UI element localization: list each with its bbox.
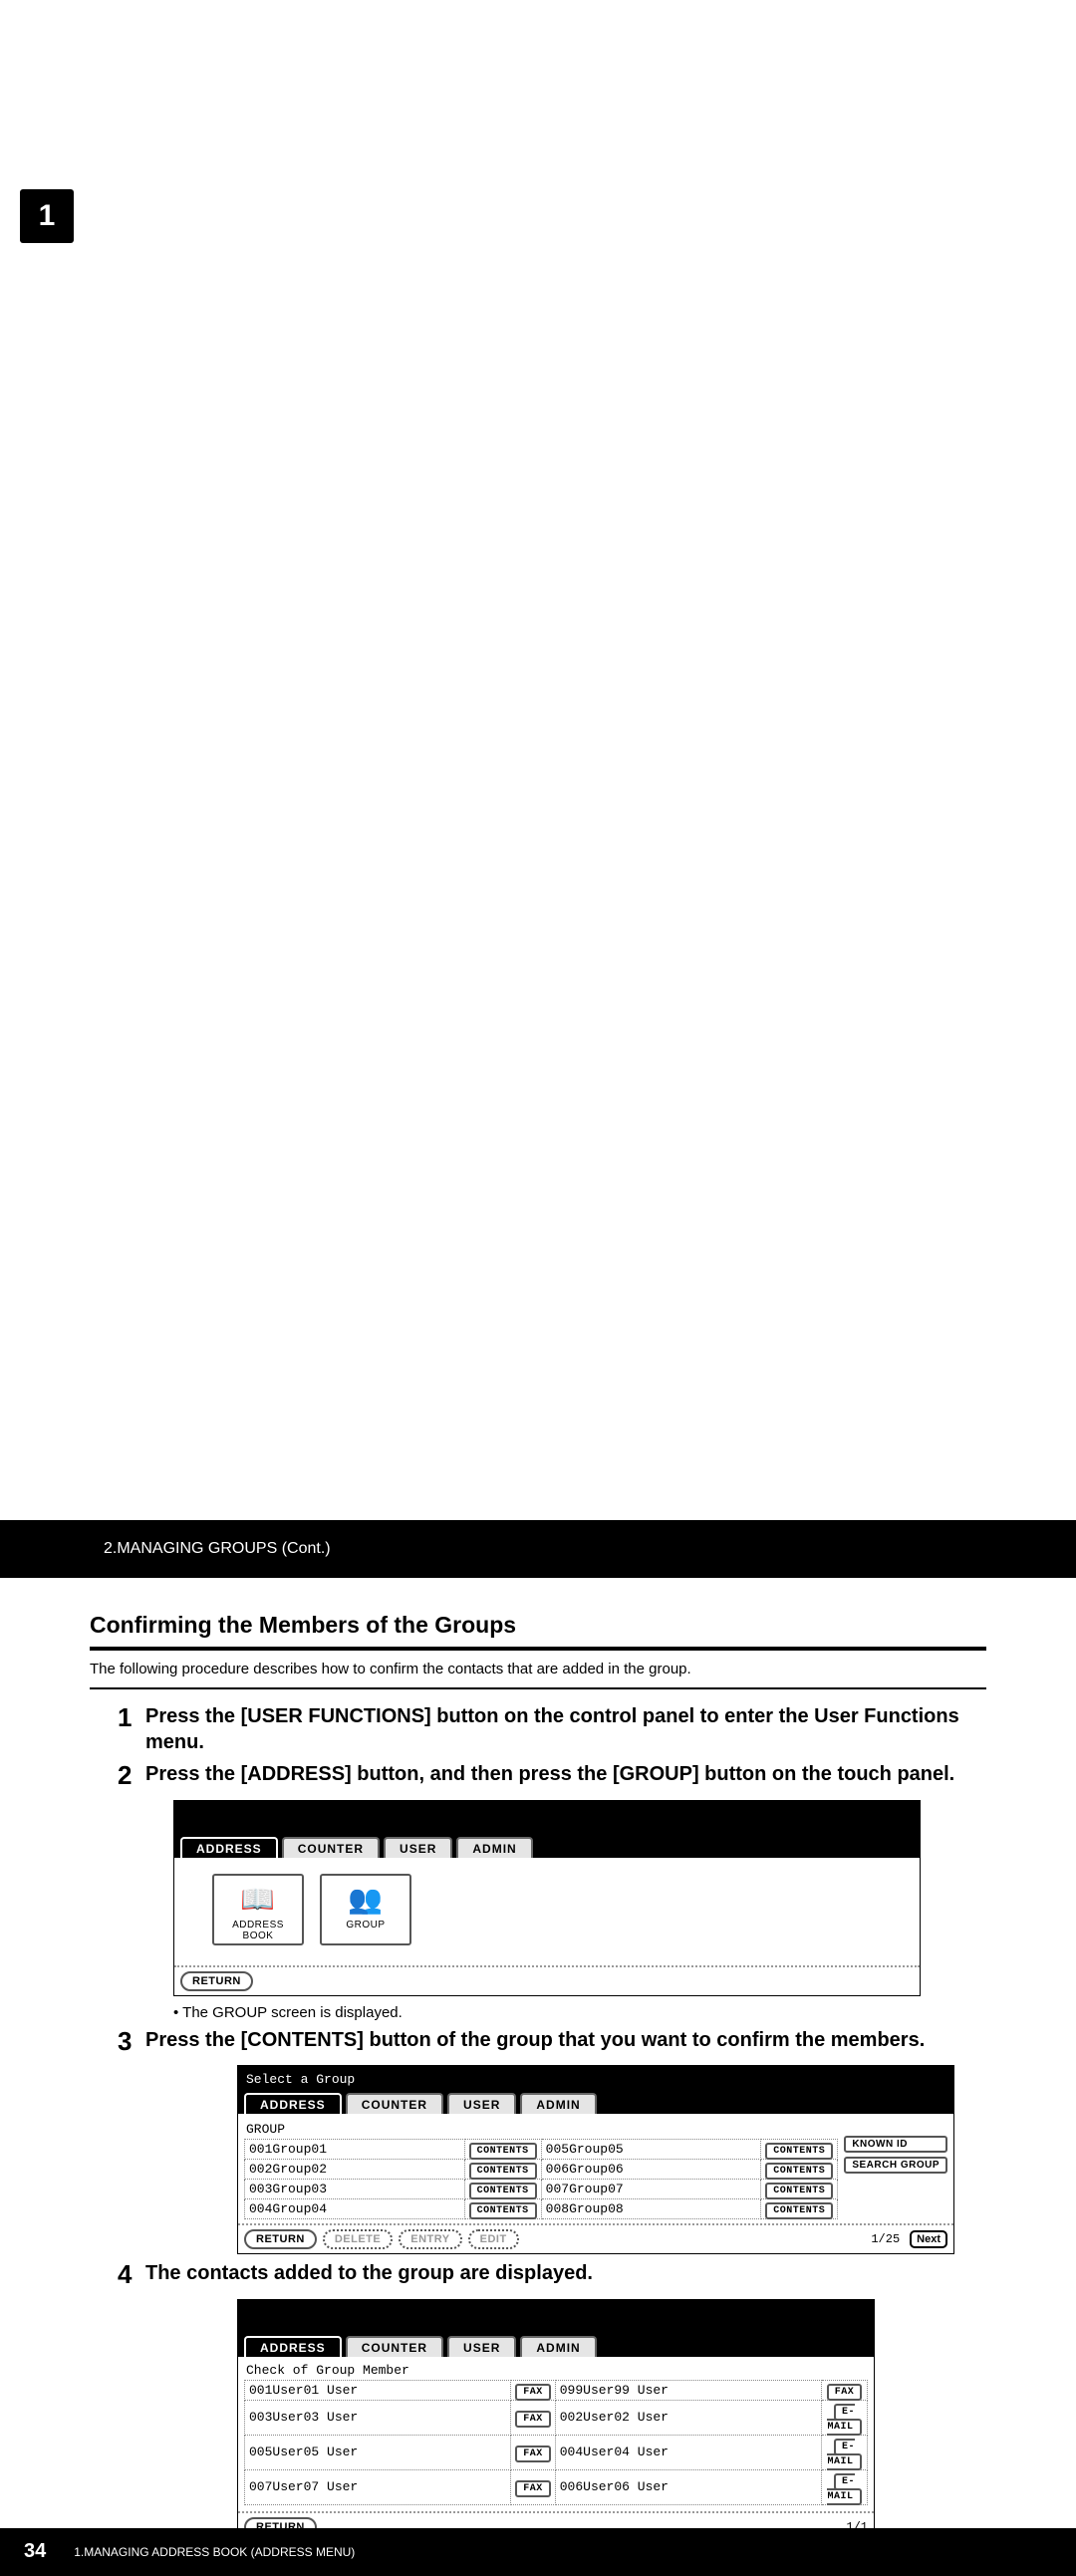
- table-row: 001User01 User FAX 099User99 User FAX: [245, 2380, 868, 2400]
- screen-footer: RETURN: [174, 1965, 920, 1995]
- breadcrumb: 2.MANAGING GROUPS (Cont.): [104, 1540, 331, 1558]
- tab-user[interactable]: USER: [384, 1837, 452, 1858]
- contents-button[interactable]: CONTENTS: [469, 2163, 537, 2180]
- screen-black-top: [238, 2300, 874, 2336]
- tab-address[interactable]: ADDRESS: [180, 1837, 278, 1858]
- tabs: ADDRESS COUNTER USER ADMIN: [238, 2336, 874, 2357]
- steps: 1 Press the [USER FUNCTIONS] button on t…: [118, 1703, 986, 2542]
- step-text: The contacts added to the group are disp…: [145, 2260, 986, 2289]
- step-4: 4 The contacts added to the group are di…: [118, 2260, 986, 2289]
- step2-note: The GROUP screen is displayed.: [173, 2004, 986, 2021]
- fax-tag[interactable]: FAX: [515, 2480, 551, 2497]
- screen-body: GROUP 001Group01 CONTENTS 005Group05 CON…: [238, 2114, 953, 2223]
- email-tag[interactable]: E-MAIL: [827, 2439, 861, 2470]
- table-row: 004Group04 CONTENTS 008Group08 CONTENTS: [245, 2199, 838, 2219]
- step-number: 4: [118, 2260, 145, 2289]
- fax-tag[interactable]: FAX: [515, 2446, 551, 2462]
- screenshot-step3: Select a Group ADDRESS COUNTER USER ADMI…: [237, 2065, 954, 2254]
- step-text: Press the [USER FUNCTIONS] button on the…: [145, 1703, 986, 1755]
- contents-button[interactable]: CONTENTS: [469, 2183, 537, 2199]
- email-tag[interactable]: E-MAIL: [827, 2473, 861, 2505]
- group-label: GROUP: [246, 2122, 838, 2137]
- tab-admin[interactable]: ADMIN: [520, 2336, 596, 2357]
- footer-note: 1.MANAGING ADDRESS BOOK (ADDRESS MENU): [74, 2545, 355, 2559]
- intro-text: The following procedure describes how to…: [90, 1661, 986, 1677]
- tabs: ADDRESS COUNTER USER ADMIN: [174, 1837, 920, 1858]
- subtitle: Check of Group Member: [246, 2363, 868, 2378]
- step-text: Press the [ADDRESS] button, and then pre…: [145, 1761, 986, 1790]
- tab-counter[interactable]: COUNTER: [282, 1837, 380, 1858]
- contents-button[interactable]: CONTENTS: [765, 2183, 833, 2199]
- step-3: 3 Press the [CONTENTS] button of the gro…: [118, 2027, 986, 2056]
- group-button[interactable]: 👥 GROUP: [320, 1874, 411, 1945]
- page-body: Confirming the Members of the Groups The…: [0, 1578, 1076, 2576]
- delete-button[interactable]: DELETE: [323, 2229, 393, 2249]
- edit-button[interactable]: EDIT: [468, 2229, 519, 2249]
- divider: [90, 1647, 986, 1651]
- member-table: 001User01 User FAX 099User99 User FAX 00…: [244, 2380, 868, 2505]
- screen-header: Select a Group: [238, 2066, 953, 2093]
- fax-tag[interactable]: FAX: [515, 2384, 551, 2401]
- next-button[interactable]: Next: [910, 2230, 947, 2248]
- step-1: 1 Press the [USER FUNCTIONS] button on t…: [118, 1703, 986, 1755]
- return-button[interactable]: RETURN: [180, 1971, 253, 1991]
- step-text: Press the [CONTENTS] button of the group…: [145, 2027, 986, 2056]
- group-icon: 👥: [324, 1880, 407, 1920]
- group-table: 001Group01 CONTENTS 005Group05 CONTENTS …: [244, 2139, 838, 2219]
- screen-footer: RETURN DELETE ENTRY EDIT 1/25 Next: [238, 2223, 953, 2253]
- fax-tag[interactable]: FAX: [827, 2384, 863, 2401]
- chapter-header: 2.MANAGING GROUPS (Cont.): [0, 1520, 1076, 1578]
- table-row: 002Group02 CONTENTS 006Group06 CONTENTS: [245, 2160, 838, 2180]
- screenshot-step2: ADDRESS COUNTER USER ADMIN 📖 ADDRESS BOO…: [173, 1800, 921, 1996]
- section-title: Confirming the Members of the Groups: [90, 1612, 986, 1639]
- tab-counter[interactable]: COUNTER: [346, 2336, 443, 2357]
- contents-button[interactable]: CONTENTS: [765, 2143, 833, 2160]
- tab-counter[interactable]: COUNTER: [346, 2093, 443, 2114]
- email-tag[interactable]: E-MAIL: [827, 2404, 861, 2436]
- address-book-icon: 📖: [216, 1880, 300, 1920]
- table-row: 001Group01 CONTENTS 005Group05 CONTENTS: [245, 2140, 838, 2160]
- contents-button[interactable]: CONTENTS: [765, 2202, 833, 2219]
- address-book-button[interactable]: 📖 ADDRESS BOOK: [212, 1874, 304, 1945]
- tab-user[interactable]: USER: [447, 2093, 516, 2114]
- tab-user[interactable]: USER: [447, 2336, 516, 2357]
- step-number: 1: [118, 1703, 145, 1755]
- side-tab: 1: [20, 189, 74, 243]
- step-2: 2 Press the [ADDRESS] button, and then p…: [118, 1761, 986, 1790]
- known-id-button[interactable]: KNOWN ID: [844, 2136, 947, 2153]
- pager-text: 1/25: [871, 2232, 900, 2246]
- page-footer: 34 1.MANAGING ADDRESS BOOK (ADDRESS MENU…: [0, 2528, 1076, 2576]
- tab-address[interactable]: ADDRESS: [244, 2093, 342, 2114]
- tab-address[interactable]: ADDRESS: [244, 2336, 342, 2357]
- contents-button[interactable]: CONTENTS: [469, 2143, 537, 2160]
- search-group-button[interactable]: SEARCH GROUP: [844, 2157, 947, 2174]
- contents-button[interactable]: CONTENTS: [765, 2163, 833, 2180]
- screen-body: 📖 ADDRESS BOOK 👥 GROUP: [174, 1858, 920, 1965]
- tabs: ADDRESS COUNTER USER ADMIN: [238, 2093, 953, 2114]
- step-number: 3: [118, 2027, 145, 2056]
- table-row: 003User03 User FAX 002User02 User E-MAIL: [245, 2400, 868, 2435]
- table-row: 003Group03 CONTENTS 007Group07 CONTENTS: [245, 2180, 838, 2199]
- contents-button[interactable]: CONTENTS: [469, 2202, 537, 2219]
- table-row: 005User05 User FAX 004User04 User E-MAIL: [245, 2435, 868, 2469]
- page-number: 34: [24, 2540, 46, 2563]
- tab-admin[interactable]: ADMIN: [520, 2093, 596, 2114]
- tab-admin[interactable]: ADMIN: [456, 1837, 532, 1858]
- screen-black-top: [174, 1801, 920, 1837]
- screenshot-step4: ADDRESS COUNTER USER ADMIN Check of Grou…: [237, 2299, 875, 2542]
- screen-body: Check of Group Member 001User01 User FAX…: [238, 2357, 874, 2511]
- entry-button[interactable]: ENTRY: [399, 2229, 461, 2249]
- return-button[interactable]: RETURN: [244, 2229, 317, 2249]
- table-row: 007User07 User FAX 006User06 User E-MAIL: [245, 2469, 868, 2504]
- step-number: 2: [118, 1761, 145, 1790]
- fax-tag[interactable]: FAX: [515, 2411, 551, 2428]
- divider: [90, 1687, 986, 1689]
